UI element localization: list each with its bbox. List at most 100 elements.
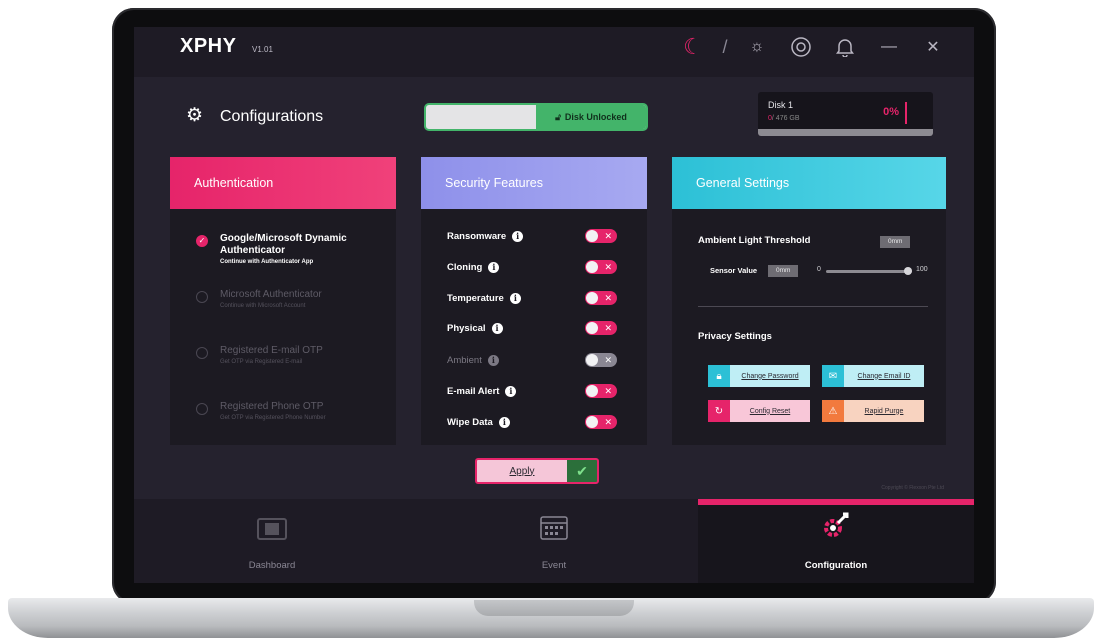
- radio-checked-icon[interactable]: ✓: [196, 235, 208, 247]
- authentication-card: Authentication ✓ Google/Microsoft Dynami…: [170, 157, 396, 445]
- calendar-icon: [540, 514, 568, 546]
- disk-unlocked-label: Disk Unlocked: [564, 112, 627, 122]
- moon-icon[interactable]: ☾: [680, 34, 706, 60]
- feature-toggle[interactable]: [585, 260, 617, 274]
- mail-icon: ✉: [822, 365, 844, 387]
- change-password-button[interactable]: 🔒︎ Change Password: [708, 365, 810, 387]
- info-icon[interactable]: i: [498, 416, 510, 428]
- info-icon[interactable]: i: [512, 230, 524, 242]
- app-screen: ΧΡΗΥ V1.01 ☾ / ☼ — ✕ ⚙ Configurations 🔓︎…: [134, 27, 974, 583]
- apply-button[interactable]: Apply ✔: [475, 458, 599, 484]
- support-icon[interactable]: [788, 34, 814, 60]
- disk-total: / 476 GB: [771, 115, 800, 122]
- feature-label: Ransomware: [447, 230, 507, 242]
- feature-cloning: Cloning i: [447, 259, 617, 275]
- nav-event[interactable]: Event: [410, 499, 698, 583]
- disk-name: Disk 1: [768, 100, 794, 110]
- feature-toggle[interactable]: [585, 229, 617, 243]
- authentication-title: Authentication: [170, 157, 396, 209]
- disk-percent-bar: [905, 102, 907, 124]
- feature-label: Cloning: [447, 261, 483, 273]
- radio-icon[interactable]: [196, 291, 208, 303]
- auth-option-dynamic[interactable]: ✓ Google/Microsoft Dynamic Authenticator…: [196, 233, 386, 265]
- sensor-value: 0mm: [768, 265, 799, 277]
- apply-label: Apply: [477, 460, 567, 482]
- auth-option-email-otp[interactable]: Registered E-mail OTP Get OTP via Regist…: [196, 345, 386, 365]
- auth-option-title: Microsoft Authenticator: [220, 289, 322, 300]
- auth-option-microsoft[interactable]: Microsoft Authenticator Continue with Mi…: [196, 289, 386, 309]
- sun-icon[interactable]: ☼: [744, 34, 770, 60]
- ambient-threshold-value[interactable]: 0mm: [880, 236, 911, 248]
- ambient-threshold-label: Ambient Light Threshold: [698, 235, 811, 246]
- feature-ambient: Ambient i: [447, 352, 617, 368]
- gear-icon: ⚙: [186, 105, 204, 126]
- nav-configuration-label: Configuration: [804, 560, 868, 571]
- nav-dashboard-label: Dashboard: [248, 560, 296, 571]
- change-email-label: Change Email ID: [844, 365, 924, 387]
- disk-percent: 0%: [883, 106, 899, 118]
- info-icon[interactable]: i: [487, 354, 499, 366]
- disk-lock-toggle[interactable]: 🔓︎ Disk Unlocked: [424, 103, 648, 131]
- bottom-nav: Dashboard Event Configuration: [134, 499, 974, 583]
- disk-status: Disk 1 0/ 476 GB 0%: [758, 92, 933, 134]
- privacy-settings-title: Privacy Settings: [698, 331, 772, 342]
- sensor-value-label: Sensor Value: [710, 266, 758, 275]
- security-features-title: Security Features: [421, 157, 647, 209]
- change-email-button[interactable]: ✉ Change Email ID: [822, 365, 924, 387]
- disk-size: 0/ 476 GB: [768, 115, 800, 122]
- lock-icon: 🔒︎: [708, 365, 730, 387]
- sensor-slider[interactable]: [826, 267, 912, 275]
- settings-divider: [698, 306, 928, 307]
- info-icon[interactable]: i: [509, 292, 521, 304]
- dashboard-icon: [257, 518, 287, 546]
- purge-icon: ⚠: [822, 400, 844, 422]
- nav-configuration[interactable]: Configuration: [698, 499, 974, 583]
- auth-option-title: Registered Phone OTP: [220, 401, 324, 412]
- info-icon[interactable]: i: [491, 322, 503, 334]
- feature-toggle[interactable]: [585, 384, 617, 398]
- feature-toggle[interactable]: [585, 415, 617, 429]
- app-logo: ΧΡΗΥ: [180, 35, 237, 57]
- slider-min: 0: [817, 266, 821, 273]
- laptop-notch: [474, 600, 634, 616]
- slider-max: 100: [916, 266, 928, 273]
- close-icon[interactable]: ✕: [920, 34, 946, 60]
- rapid-purge-label: Rapid Purge: [844, 400, 924, 422]
- feature-wipe-data: Wipe Data i: [447, 414, 617, 430]
- auth-option-phone-otp[interactable]: Registered Phone OTP Get OTP via Registe…: [196, 401, 386, 421]
- feature-label: Physical: [447, 322, 486, 334]
- page-title: Configurations: [220, 108, 324, 125]
- feature-temperature: Temperature i: [447, 290, 617, 306]
- lock-icon: 🔓︎: [555, 111, 561, 122]
- auth-option-subtitle: Continue with Microsoft Account: [220, 303, 306, 309]
- feature-toggle[interactable]: [585, 321, 617, 335]
- radio-icon[interactable]: [196, 347, 208, 359]
- app-version: V1.01: [252, 45, 273, 54]
- bell-icon[interactable]: [832, 34, 858, 60]
- config-reset-button[interactable]: ↻ Config Reset: [708, 400, 810, 422]
- feature-physical: Physical i: [447, 320, 617, 336]
- security-features-card: Security Features Ransomware i Cloning i…: [421, 157, 647, 445]
- radio-icon[interactable]: [196, 403, 208, 415]
- configuration-icon: [821, 510, 851, 546]
- config-reset-label: Config Reset: [730, 400, 810, 422]
- nav-dashboard[interactable]: Dashboard: [134, 499, 410, 583]
- feature-label: Ambient: [447, 354, 482, 366]
- top-icons: ☾ / ☼ — ✕: [680, 34, 946, 60]
- feature-ransomware: Ransomware i: [447, 228, 617, 244]
- disk-usage-track: [758, 129, 933, 136]
- info-icon[interactable]: i: [488, 261, 500, 273]
- slider-handle[interactable]: [904, 267, 912, 275]
- feature-label: E-mail Alert: [447, 385, 500, 397]
- minimize-icon[interactable]: —: [876, 34, 902, 60]
- feature-toggle[interactable]: [585, 291, 617, 305]
- auth-option-subtitle: Continue with Authenticator App: [220, 259, 314, 265]
- auth-option-subtitle: Get OTP via Registered Phone Number: [220, 415, 326, 421]
- reset-icon: ↻: [708, 400, 730, 422]
- theme-divider: /: [722, 36, 728, 57]
- feature-label: Temperature: [447, 292, 504, 304]
- info-icon[interactable]: i: [505, 385, 517, 397]
- rapid-purge-button[interactable]: ⚠ Rapid Purge: [822, 400, 924, 422]
- auth-option-title: Google/Microsoft Dynamic Authenticator: [220, 233, 347, 256]
- feature-toggle[interactable]: [585, 353, 617, 367]
